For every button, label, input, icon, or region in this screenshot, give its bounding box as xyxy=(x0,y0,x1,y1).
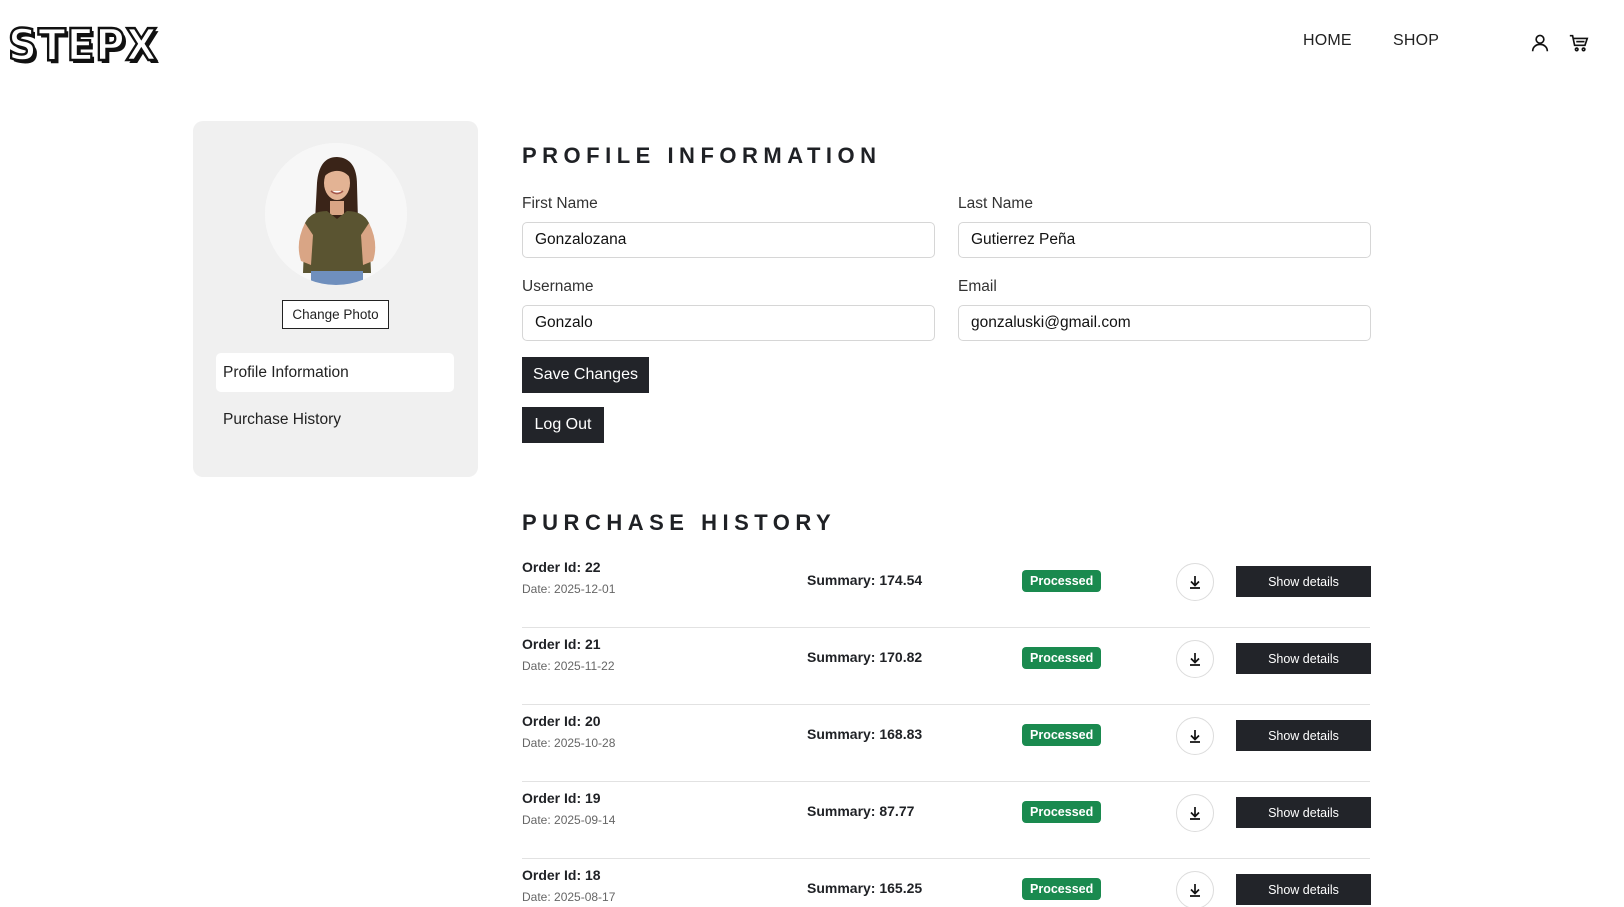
order-id: Order Id: 18 xyxy=(522,867,601,883)
sidebar-item-purchase-history[interactable]: Purchase History xyxy=(216,400,454,439)
first-name-field[interactable] xyxy=(522,222,935,258)
profile-information-title: PROFILE INFORMATION xyxy=(522,143,882,168)
order-row: Order Id: 22 Date: 2025-12-01 Summary: 1… xyxy=(522,551,1371,628)
show-details-button[interactable]: Show details xyxy=(1236,797,1371,828)
email-label: Email xyxy=(958,278,997,295)
order-id: Order Id: 22 xyxy=(522,559,601,575)
save-changes-button[interactable]: Save Changes xyxy=(522,357,649,393)
first-name-label: First Name xyxy=(522,195,598,212)
show-details-button[interactable]: Show details xyxy=(1236,720,1371,751)
order-date: Date: 2025-10-28 xyxy=(522,736,616,750)
avatar xyxy=(265,143,407,285)
status-badge: Processed xyxy=(1022,801,1102,823)
order-id: Order Id: 21 xyxy=(522,636,601,652)
download-icon[interactable] xyxy=(1176,871,1214,907)
brand-logo-text: STEPX xyxy=(7,20,158,71)
order-summary: Summary: 174.54 xyxy=(807,572,923,588)
order-id: Order Id: 20 xyxy=(522,713,601,729)
nav-home-link[interactable]: HOME xyxy=(1303,32,1352,50)
order-row: Order Id: 19 Date: 2025-09-14 Summary: 8… xyxy=(522,782,1371,859)
order-date: Date: 2025-09-14 xyxy=(522,813,616,827)
download-icon[interactable] xyxy=(1176,640,1214,678)
order-row: Order Id: 20 Date: 2025-10-28 Summary: 1… xyxy=(522,705,1371,782)
order-date: Date: 2025-12-01 xyxy=(522,582,616,596)
sidebar-item-profile-information[interactable]: Profile Information xyxy=(216,353,454,392)
download-icon[interactable] xyxy=(1176,794,1214,832)
order-summary: Summary: 165.25 xyxy=(807,880,923,896)
nav-shop-link[interactable]: SHOP xyxy=(1393,32,1439,50)
order-summary: Summary: 87.77 xyxy=(807,803,915,819)
download-icon[interactable] xyxy=(1176,717,1214,755)
user-icon[interactable] xyxy=(1528,31,1552,55)
status-badge: Processed xyxy=(1022,647,1102,669)
brand-logo[interactable]: STEPX xyxy=(7,20,171,71)
last-name-field[interactable] xyxy=(958,222,1371,258)
order-date: Date: 2025-08-17 xyxy=(522,890,616,904)
change-photo-button[interactable]: Change Photo xyxy=(282,300,389,329)
order-row: Order Id: 18 Date: 2025-08-17 Summary: 1… xyxy=(522,859,1371,907)
order-date: Date: 2025-11-22 xyxy=(522,659,615,673)
status-badge: Processed xyxy=(1022,570,1102,592)
show-details-button[interactable]: Show details xyxy=(1236,874,1371,905)
purchase-history-title: PURCHASE HISTORY xyxy=(522,510,837,535)
log-out-button[interactable]: Log Out xyxy=(522,407,604,443)
download-icon[interactable] xyxy=(1176,563,1214,601)
status-badge: Processed xyxy=(1022,878,1102,900)
last-name-label: Last Name xyxy=(958,195,1033,212)
cart-icon[interactable] xyxy=(1567,31,1591,55)
order-row: Order Id: 21 Date: 2025-11-22 Summary: 1… xyxy=(522,628,1371,705)
order-summary: Summary: 170.82 xyxy=(807,649,923,665)
show-details-button[interactable]: Show details xyxy=(1236,566,1371,597)
profile-sidebar: Change Photo Profile Information Purchas… xyxy=(193,121,478,477)
status-badge: Processed xyxy=(1022,724,1102,746)
email-field[interactable] xyxy=(958,305,1371,341)
order-summary: Summary: 168.83 xyxy=(807,726,923,742)
show-details-button[interactable]: Show details xyxy=(1236,643,1371,674)
username-label: Username xyxy=(522,278,594,295)
order-id: Order Id: 19 xyxy=(522,790,601,806)
username-field[interactable] xyxy=(522,305,935,341)
